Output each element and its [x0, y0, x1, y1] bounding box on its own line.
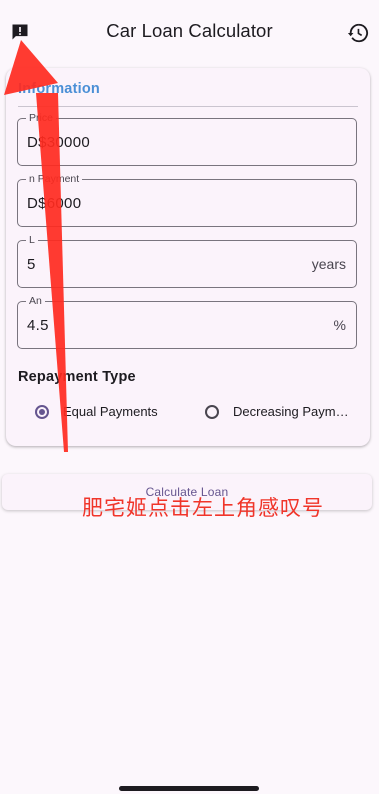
home-indicator[interactable]	[119, 786, 259, 791]
annotation-arrow	[4, 40, 68, 452]
annotation-text: 肥宅姬点击左上角感叹号	[82, 496, 324, 520]
arrow-shaft	[36, 93, 68, 452]
arrow-head	[4, 40, 58, 95]
